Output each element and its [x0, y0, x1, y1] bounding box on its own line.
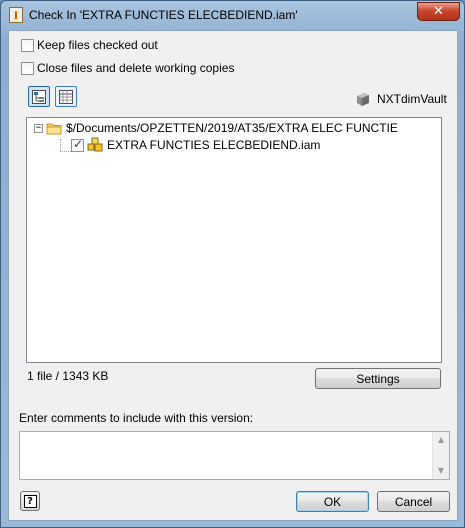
tree-file-row[interactable]: EXTRA FUNCTIES ELECBEDIEND.iam	[71, 137, 320, 153]
cancel-button[interactable]: Cancel	[377, 491, 450, 512]
keep-checked-out-checkbox[interactable]	[21, 38, 34, 52]
close-files-label[interactable]: Close files and delete working copies	[37, 61, 234, 75]
window-title: Check In 'EXTRA FUNCTIES ELECBEDIEND.iam…	[29, 8, 298, 22]
vault-indicator: NXTdimVault	[355, 92, 447, 106]
tree-folder-row[interactable]: − $/Documents/OPZETTEN/2019/AT35/EXTRA E…	[34, 121, 398, 135]
grid-view-icon	[59, 89, 73, 104]
comments-textarea[interactable]: ▲ ▼	[19, 431, 450, 480]
grid-view-button[interactable]	[55, 86, 77, 107]
comments-label: Enter comments to include with this vers…	[19, 411, 254, 425]
tree-connector	[60, 151, 71, 152]
close-icon: ✕	[433, 4, 444, 19]
file-name: EXTRA FUNCTIES ELECBEDIEND.iam	[107, 138, 321, 152]
help-icon: ?	[23, 494, 37, 508]
folder-path: $/Documents/OPZETTEN/2019/AT35/EXTRA ELE…	[66, 121, 398, 135]
ok-button[interactable]: OK	[296, 491, 369, 512]
comments-scrollbar[interactable]: ▲ ▼	[432, 432, 449, 479]
file-include-checkbox[interactable]	[71, 137, 84, 152]
tree-view-icon	[32, 89, 46, 104]
check-in-dialog: I Check In 'EXTRA FUNCTIES ELECBEDIEND.i…	[0, 0, 465, 528]
folder-icon	[46, 123, 62, 134]
file-tree[interactable]: − $/Documents/OPZETTEN/2019/AT35/EXTRA E…	[26, 117, 442, 363]
selection-summary: 1 file / 1343 KB	[27, 369, 109, 383]
close-files-checkbox[interactable]	[21, 61, 34, 75]
vault-name: NXTdimVault	[377, 92, 447, 106]
tree-connector	[60, 139, 61, 151]
assembly-file-icon	[87, 137, 103, 152]
help-button[interactable]: ?	[20, 491, 40, 511]
scroll-up-icon[interactable]: ▲	[433, 433, 449, 447]
keep-checked-out-option[interactable]: Keep files checked out	[21, 38, 158, 52]
title-bar[interactable]: I Check In 'EXTRA FUNCTIES ELECBEDIEND.i…	[1, 1, 464, 29]
dialog-body: Keep files checked out Close files and d…	[8, 30, 458, 521]
close-files-option[interactable]: Close files and delete working copies	[21, 61, 234, 75]
collapse-toggle[interactable]: −	[34, 123, 43, 133]
inventor-app-icon: I	[9, 7, 23, 23]
scroll-down-icon[interactable]: ▼	[433, 464, 449, 478]
tree-view-button[interactable]	[28, 86, 50, 107]
keep-checked-out-label[interactable]: Keep files checked out	[37, 38, 158, 52]
close-button[interactable]: ✕	[417, 2, 460, 21]
vault-server-icon	[357, 93, 369, 106]
settings-button[interactable]: Settings	[315, 368, 441, 389]
